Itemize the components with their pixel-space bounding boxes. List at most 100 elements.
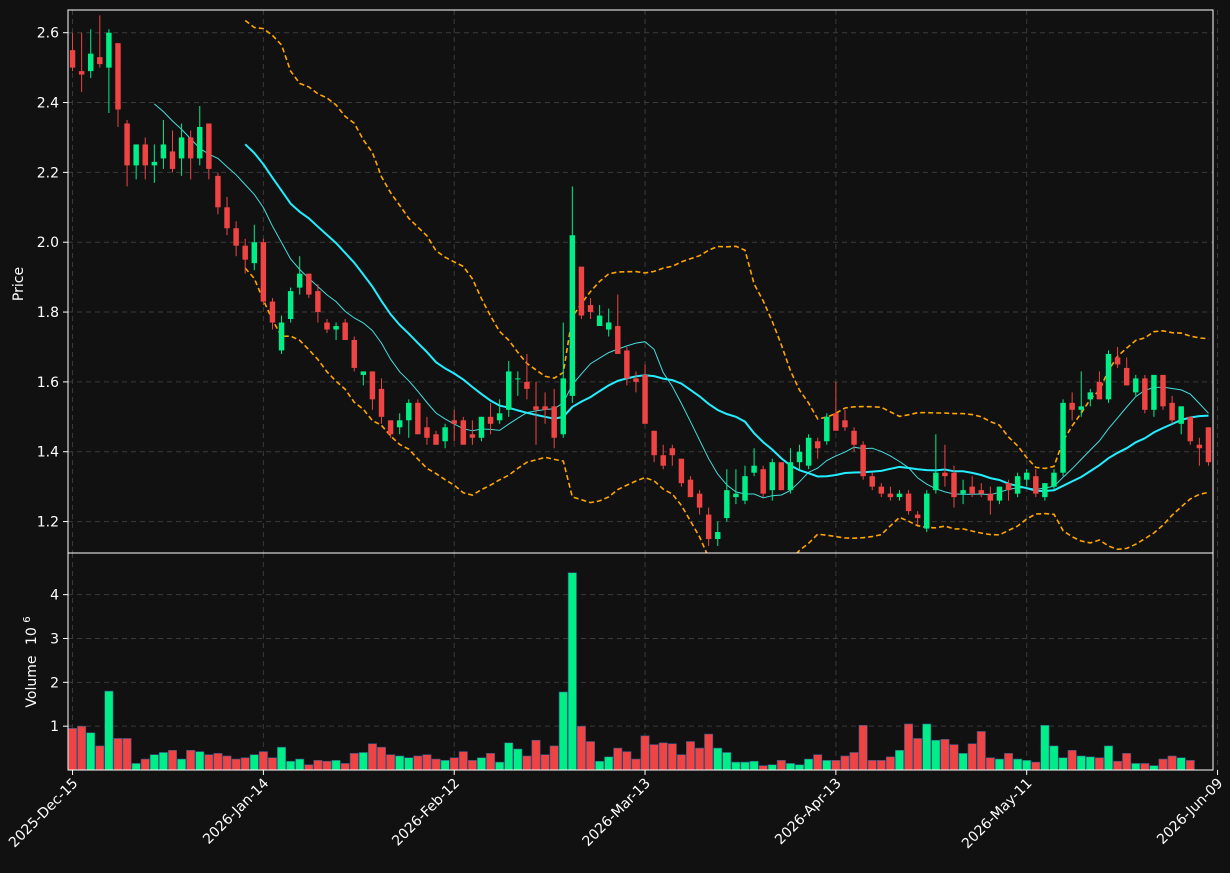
candle-body <box>569 235 576 396</box>
volume-bar <box>676 754 686 770</box>
volume-bar <box>104 690 114 770</box>
volume-tick-label: 1 <box>50 719 59 735</box>
candle-body <box>424 427 430 438</box>
volume-bar <box>286 760 296 770</box>
candle-body <box>206 123 212 169</box>
candle-body <box>278 322 285 351</box>
volume-bar <box>1176 757 1186 770</box>
volume-bar <box>940 739 950 770</box>
candle-body <box>1187 416 1194 442</box>
candle-body <box>1178 406 1184 424</box>
volume-bar <box>622 751 632 770</box>
candlestick-chart: 1.21.41.61.82.02.22.42.6 1234 2025-Dec-1… <box>0 0 1230 873</box>
volume-bar <box>177 758 187 770</box>
volume-bar <box>1167 755 1177 770</box>
candle-body <box>151 161 158 166</box>
candle-body <box>306 273 312 295</box>
candle-body <box>1051 472 1057 487</box>
volume-bar <box>795 764 805 770</box>
candle-body <box>97 57 103 65</box>
volume-bar <box>340 763 350 770</box>
candle-body <box>860 444 866 477</box>
candle-body <box>1060 402 1066 473</box>
volume-bar <box>377 746 386 770</box>
volume-bar <box>77 725 87 770</box>
candle-body <box>696 493 703 508</box>
volume-bar <box>140 758 150 770</box>
candle-body <box>533 406 539 410</box>
candle-body <box>1169 402 1175 421</box>
volume-bar <box>558 691 568 770</box>
volume-bar <box>1149 765 1159 770</box>
volume-bar <box>513 748 523 770</box>
volume-bar <box>149 754 159 770</box>
volume-bar <box>449 757 459 770</box>
volume-bar <box>967 743 977 770</box>
candle-body <box>460 420 467 445</box>
candle-body <box>596 315 603 327</box>
candle-body <box>287 291 294 320</box>
volume-bar <box>413 755 423 770</box>
candle-body <box>1114 357 1121 365</box>
candle-body <box>624 350 630 379</box>
candle-body <box>951 472 957 498</box>
candle-body <box>369 371 376 400</box>
price-tick-label: 1.8 <box>37 305 59 321</box>
volume-bar <box>486 753 496 770</box>
volume-bar <box>395 755 405 770</box>
volume-bar <box>767 764 777 770</box>
volume-tick-label: 2 <box>50 675 59 691</box>
candle-body <box>315 291 321 313</box>
volume-bar <box>349 753 359 770</box>
volume-bar <box>295 758 305 770</box>
candle-body <box>1105 353 1112 400</box>
candle-body <box>224 207 230 229</box>
volume-bar <box>277 746 287 770</box>
volume-bar <box>567 572 577 770</box>
volume-bar <box>1004 753 1014 770</box>
volume-bar <box>931 739 941 770</box>
volume-bar <box>604 756 614 770</box>
candle-body <box>233 228 239 246</box>
volume-bar <box>685 741 695 770</box>
candle-body <box>551 406 557 438</box>
candle-body <box>133 144 139 166</box>
volume-tick-label: 4 <box>50 588 59 604</box>
volume-bar <box>1022 760 1032 770</box>
volume-bar <box>1122 753 1132 770</box>
volume-bar <box>1031 761 1041 770</box>
volume-tick-label: 3 <box>50 631 59 647</box>
volume-bar <box>1104 745 1113 770</box>
volume-bar <box>1040 724 1050 770</box>
candle-body <box>905 493 912 512</box>
volume-bar <box>113 738 123 770</box>
volume-bar <box>240 757 250 770</box>
candle-body <box>124 123 130 166</box>
volume-bar <box>867 760 877 770</box>
volume-bar <box>95 745 105 770</box>
candle-body <box>169 151 176 169</box>
volume-bar <box>667 743 677 770</box>
candle-body <box>651 430 657 456</box>
volume-bar <box>785 763 795 770</box>
candle-body <box>933 472 939 491</box>
candle-body <box>824 416 830 442</box>
candle-body <box>605 322 612 330</box>
volume-bar <box>531 739 541 770</box>
candle-body <box>760 469 766 494</box>
candle-body <box>378 388 385 417</box>
price-tick-label: 2.0 <box>37 235 59 251</box>
volume-bar <box>549 745 559 770</box>
candle-body <box>1042 483 1048 498</box>
volume-bar <box>1049 745 1059 770</box>
candle-body <box>887 493 894 498</box>
volume-bar <box>313 760 323 770</box>
volume-bar <box>576 725 586 770</box>
price-tick-label: 2.2 <box>37 165 59 181</box>
candle-body <box>542 406 548 410</box>
candle-body <box>833 413 839 431</box>
candle-body <box>442 427 448 442</box>
volume-axis-label-exponent: 6 <box>22 616 33 622</box>
candle-body <box>805 437 812 466</box>
volume-bar <box>949 744 959 770</box>
